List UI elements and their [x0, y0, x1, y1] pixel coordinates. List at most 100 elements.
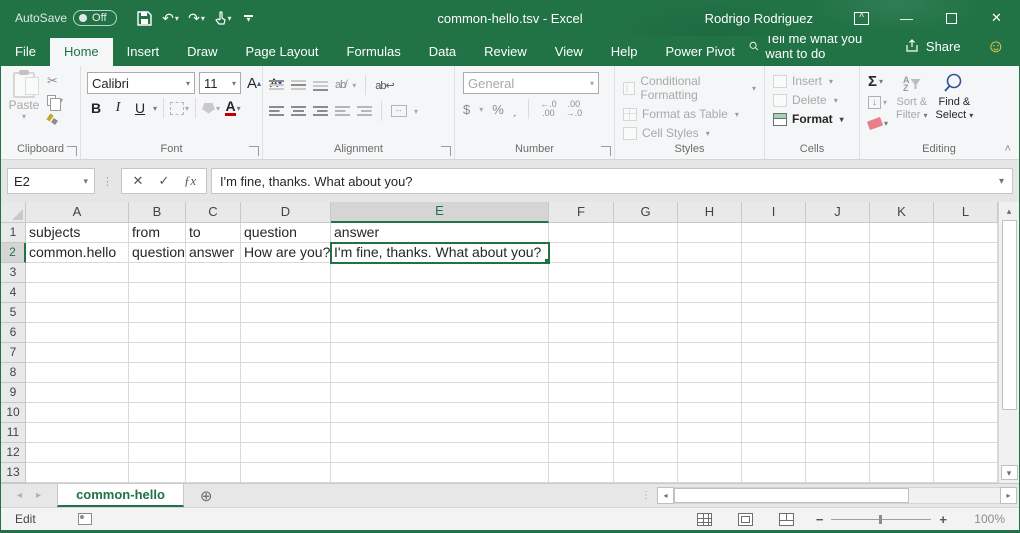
cell-E11[interactable]: [331, 423, 549, 443]
fill-color-dropdown[interactable]: ▾: [216, 104, 220, 113]
tab-help[interactable]: Help: [597, 38, 652, 66]
cell-F12[interactable]: [549, 443, 614, 463]
accounting-format-button[interactable]: $: [463, 102, 470, 117]
cell-A8[interactable]: [26, 363, 129, 383]
row-header-2[interactable]: 2: [1, 243, 26, 263]
cell-J7[interactable]: [806, 343, 870, 363]
column-header-G[interactable]: G: [614, 202, 678, 223]
font-dialog-launcher[interactable]: [249, 146, 259, 156]
cell-L13[interactable]: [934, 463, 998, 483]
scroll-left-arrow[interactable]: ◂: [657, 487, 674, 504]
cell-K12[interactable]: [870, 443, 934, 463]
increase-indent-icon[interactable]: [357, 106, 372, 117]
row-header-3[interactable]: 3: [1, 263, 26, 283]
cell-A7[interactable]: [26, 343, 129, 363]
bold-button[interactable]: B: [87, 98, 105, 118]
next-sheet-arrow[interactable]: ▸: [36, 490, 41, 501]
cell-L8[interactable]: [934, 363, 998, 383]
cell-L2[interactable]: [934, 243, 998, 263]
format-painter-button[interactable]: [47, 111, 63, 127]
cell-A11[interactable]: [26, 423, 129, 443]
underline-dropdown[interactable]: ▾: [153, 104, 157, 113]
font-size-combo[interactable]: 11▾: [199, 72, 241, 94]
minimize-button[interactable]: —: [884, 0, 929, 36]
cell-A9[interactable]: [26, 383, 129, 403]
format-dropdown[interactable]: ▾: [840, 115, 844, 124]
macro-recording-icon[interactable]: [78, 513, 92, 525]
find-dropdown[interactable]: ▾: [969, 111, 973, 120]
scroll-up-arrow[interactable]: ▴: [999, 202, 1019, 220]
font-size-dropdown[interactable]: ▾: [232, 79, 236, 88]
cell-D11[interactable]: [241, 423, 331, 443]
paste-button[interactable]: Paste ▾: [3, 69, 45, 121]
cell-C8[interactable]: [186, 363, 241, 383]
column-header-C[interactable]: C: [186, 202, 241, 223]
row-header-10[interactable]: 10: [1, 403, 26, 423]
cell-J8[interactable]: [806, 363, 870, 383]
cell-F9[interactable]: [549, 383, 614, 403]
format-as-table-button[interactable]: Format as Table▾: [623, 107, 756, 121]
cell-A1[interactable]: subjects: [26, 223, 129, 243]
row-header-11[interactable]: 11: [1, 423, 26, 443]
column-header-B[interactable]: B: [129, 202, 186, 223]
share-button[interactable]: Share: [905, 39, 961, 54]
tab-insert[interactable]: Insert: [113, 38, 174, 66]
page-layout-view-button[interactable]: [738, 513, 753, 526]
cell-L1[interactable]: [934, 223, 998, 243]
comma-style-button[interactable]: ͵: [513, 102, 517, 117]
cell-C2[interactable]: answer: [186, 243, 241, 263]
cell-D6[interactable]: [241, 323, 331, 343]
undo-button[interactable]: ↶▾: [159, 5, 183, 31]
decrease-decimal-button[interactable]: .00 →.0: [566, 100, 583, 118]
row-header-8[interactable]: 8: [1, 363, 26, 383]
cell-C9[interactable]: [186, 383, 241, 403]
cell-K9[interactable]: [870, 383, 934, 403]
cell-I1[interactable]: [742, 223, 806, 243]
enter-entry-button[interactable]: ✓: [152, 173, 176, 189]
tab-page-layout[interactable]: Page Layout: [232, 38, 333, 66]
cell-B11[interactable]: [129, 423, 186, 443]
name-box[interactable]: E2 ▾: [7, 168, 95, 194]
cell-A12[interactable]: [26, 443, 129, 463]
tab-formulas[interactable]: Formulas: [333, 38, 415, 66]
cell-E13[interactable]: [331, 463, 549, 483]
cell-E7[interactable]: [331, 343, 549, 363]
cell-E9[interactable]: [331, 383, 549, 403]
cell-I2[interactable]: [742, 243, 806, 263]
cell-E2[interactable]: I'm fine, thanks. What about you?: [331, 243, 549, 263]
merge-center-dropdown[interactable]: ▾: [414, 107, 418, 116]
cell-H10[interactable]: [678, 403, 742, 423]
cell-F1[interactable]: [549, 223, 614, 243]
cell-F8[interactable]: [549, 363, 614, 383]
cell-B8[interactable]: [129, 363, 186, 383]
font-color-button[interactable]: A▾: [224, 98, 242, 118]
cell-D13[interactable]: [241, 463, 331, 483]
autosave-toggle[interactable]: Off: [73, 10, 116, 26]
cell-K2[interactable]: [870, 243, 934, 263]
column-header-J[interactable]: J: [806, 202, 870, 223]
column-header-L[interactable]: L: [934, 202, 998, 223]
orientation-button[interactable]: ab̸: [335, 79, 345, 91]
column-header-D[interactable]: D: [241, 202, 331, 223]
cell-H3[interactable]: [678, 263, 742, 283]
cell-J4[interactable]: [806, 283, 870, 303]
cell-J1[interactable]: [806, 223, 870, 243]
row-header-4[interactable]: 4: [1, 283, 26, 303]
cell-F2[interactable]: [549, 243, 614, 263]
cell-H4[interactable]: [678, 283, 742, 303]
maximize-button[interactable]: [929, 0, 974, 36]
top-align-icon[interactable]: [269, 80, 284, 91]
cell-D10[interactable]: [241, 403, 331, 423]
tab-view[interactable]: View: [541, 38, 597, 66]
cell-J5[interactable]: [806, 303, 870, 323]
cell-K13[interactable]: [870, 463, 934, 483]
cell-I5[interactable]: [742, 303, 806, 323]
feedback-smiley-icon[interactable]: ☺: [987, 37, 1005, 55]
cell-B9[interactable]: [129, 383, 186, 403]
cell-D2[interactable]: How are you?: [241, 243, 331, 263]
decrease-indent-icon[interactable]: [335, 106, 350, 117]
cell-I11[interactable]: [742, 423, 806, 443]
cell-I10[interactable]: [742, 403, 806, 423]
font-family-dropdown[interactable]: ▾: [186, 79, 190, 88]
cell-I6[interactable]: [742, 323, 806, 343]
